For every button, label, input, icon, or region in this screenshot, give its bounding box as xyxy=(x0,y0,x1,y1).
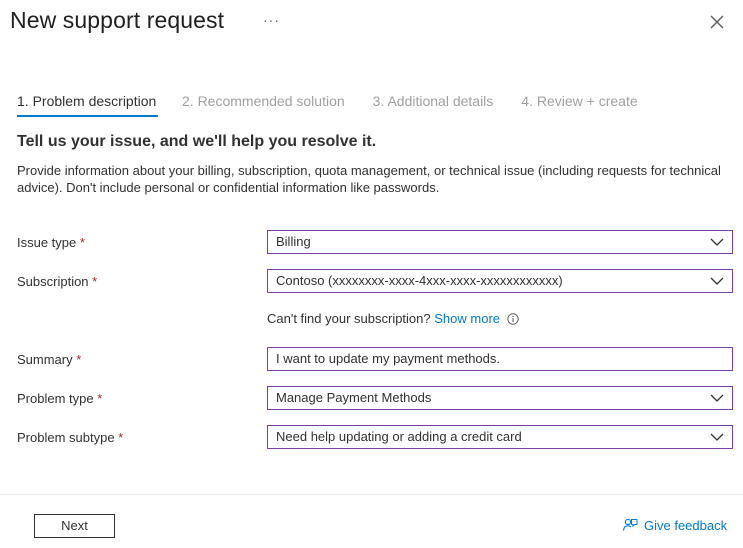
wizard-tabs: 1. Problem description 2. Recommended so… xyxy=(17,93,638,119)
required-marker: * xyxy=(118,430,124,445)
subscription-label-text: Subscription xyxy=(17,274,89,289)
problem-type-label-text: Problem type xyxy=(17,391,94,406)
issue-type-label-text: Issue type xyxy=(17,235,77,250)
subscription-value: Contoso (xxxxxxxx-xxxx-4xxx-xxxx-xxxxxxx… xyxy=(276,273,563,288)
next-button[interactable]: Next xyxy=(34,514,115,538)
required-marker: * xyxy=(92,274,98,289)
form-heading: Tell us your issue, and we'll help you r… xyxy=(17,133,377,150)
footer-divider xyxy=(0,494,743,495)
required-marker: * xyxy=(79,235,85,250)
summary-value: I want to update my payment methods. xyxy=(276,351,501,366)
form-description: Provide information about your billing, … xyxy=(17,163,721,195)
chevron-down-icon xyxy=(710,277,724,285)
issue-type-label: Issue type * xyxy=(17,235,85,250)
summary-label-text: Summary xyxy=(17,352,73,367)
tab-additional-details[interactable]: 3. Additional details xyxy=(373,93,494,117)
give-feedback-link[interactable]: Give feedback xyxy=(622,517,727,533)
chevron-down-icon xyxy=(710,394,724,402)
more-options-icon[interactable]: ··· xyxy=(263,12,280,28)
chevron-down-icon xyxy=(710,433,724,441)
feedback-icon xyxy=(622,518,638,531)
problem-subtype-value: Need help updating or adding a credit ca… xyxy=(276,429,522,444)
show-more-link[interactable]: Show more xyxy=(434,311,500,326)
required-marker: * xyxy=(76,352,82,367)
close-icon[interactable] xyxy=(708,13,726,31)
page-title: New support request xyxy=(10,7,225,33)
subscription-dropdown[interactable]: Contoso (xxxxxxxx-xxxx-4xxx-xxxx-xxxxxxx… xyxy=(267,269,733,293)
info-icon[interactable] xyxy=(506,313,519,325)
problem-type-value: Manage Payment Methods xyxy=(276,390,432,405)
summary-label: Summary * xyxy=(17,352,81,367)
required-marker: * xyxy=(97,391,103,406)
tab-recommended-solution[interactable]: 2. Recommended solution xyxy=(182,93,345,117)
tab-problem-description[interactable]: 1. Problem description xyxy=(17,93,158,117)
summary-input[interactable]: I want to update my payment methods. xyxy=(267,347,733,371)
issue-type-value: Billing xyxy=(276,234,311,249)
subscription-hint: Can't find your subscription? Show more xyxy=(267,311,519,326)
problem-subtype-label: Problem subtype * xyxy=(17,430,123,445)
problem-type-label: Problem type * xyxy=(17,391,102,406)
subscription-hint-text: Can't find your subscription? xyxy=(267,311,431,326)
tab-review-create[interactable]: 4. Review + create xyxy=(521,93,637,117)
problem-type-dropdown[interactable]: Manage Payment Methods xyxy=(267,386,733,410)
give-feedback-label: Give feedback xyxy=(644,517,728,533)
problem-subtype-label-text: Problem subtype xyxy=(17,430,115,445)
problem-subtype-dropdown[interactable]: Need help updating or adding a credit ca… xyxy=(267,425,733,449)
chevron-down-icon xyxy=(710,238,724,246)
subscription-label: Subscription * xyxy=(17,274,97,289)
issue-type-dropdown[interactable]: Billing xyxy=(267,230,733,254)
